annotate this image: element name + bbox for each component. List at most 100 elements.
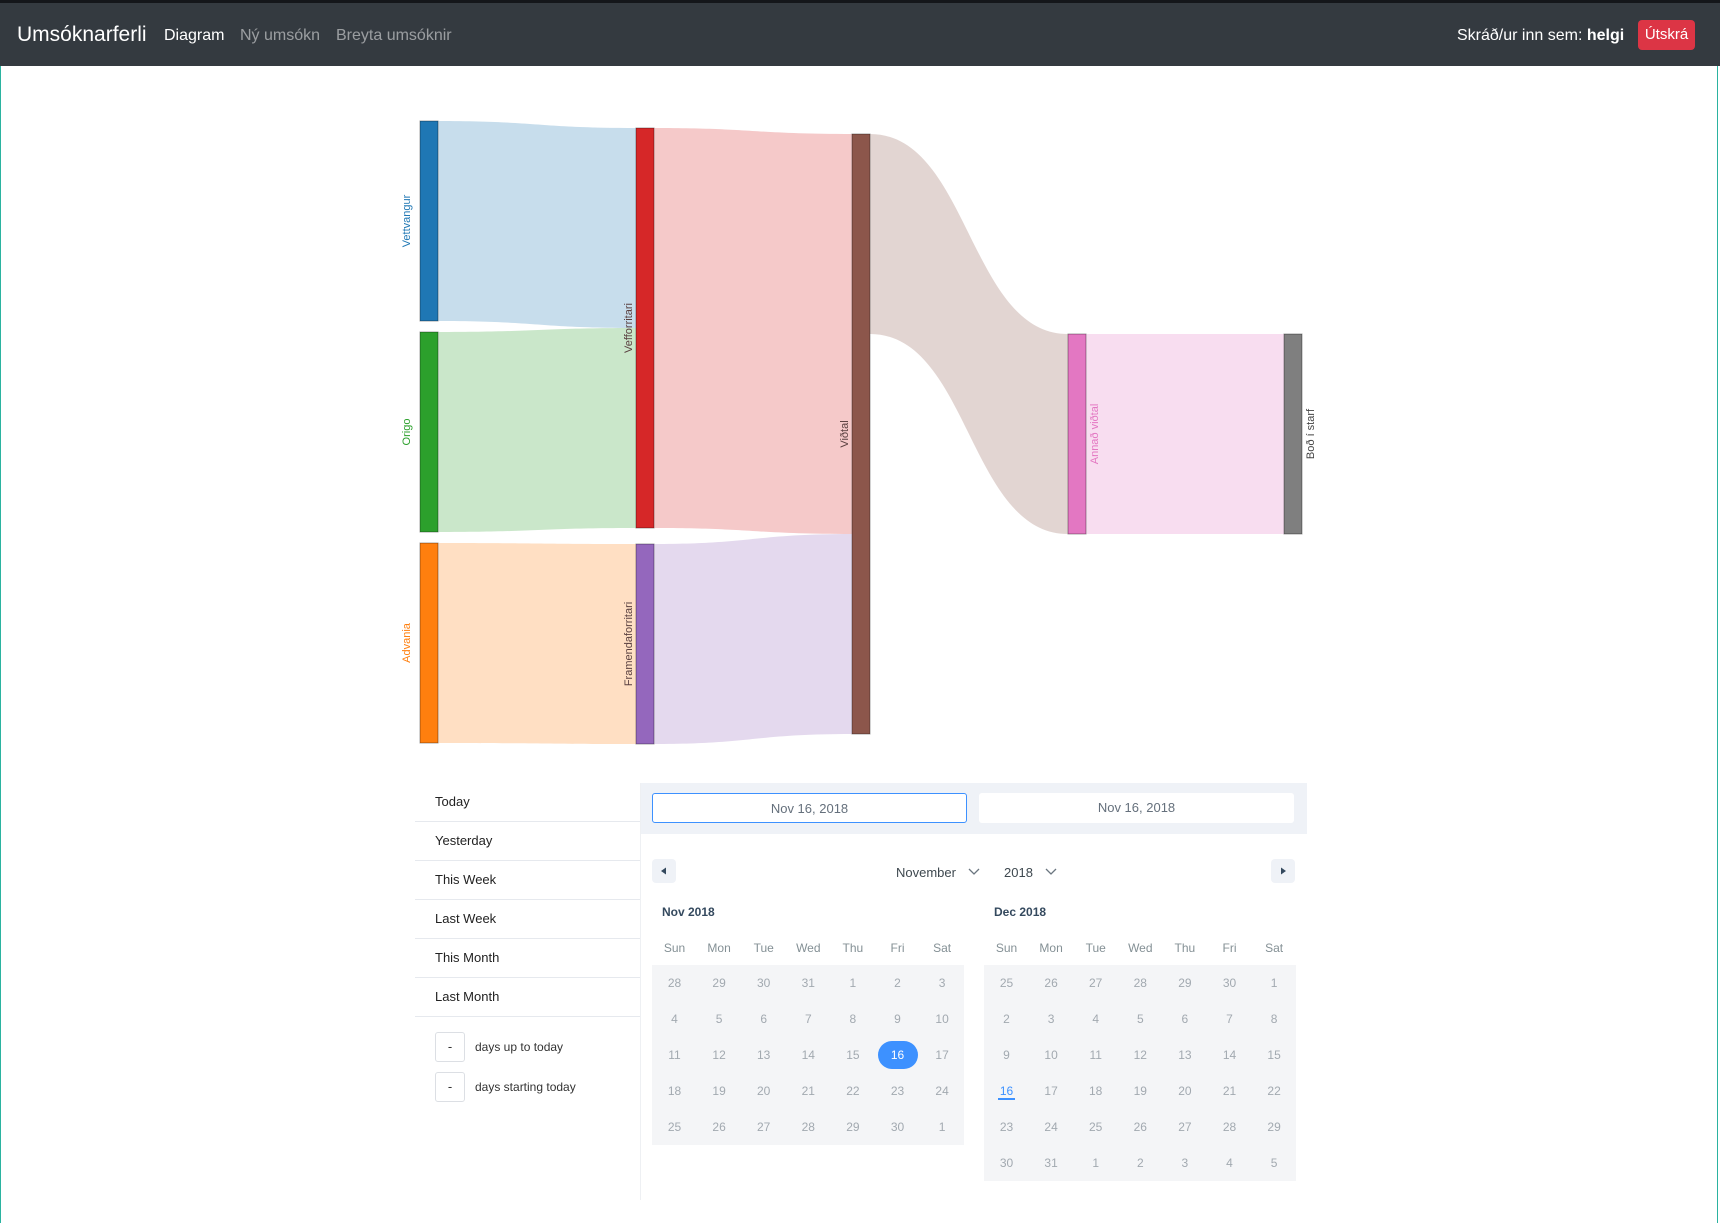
nav-new-application[interactable]: Ný umsókn	[240, 27, 320, 45]
calendar-day[interactable]: 28	[786, 1109, 831, 1145]
calendar-day[interactable]: 1	[1073, 1145, 1118, 1181]
calendar-day[interactable]: 30	[875, 1109, 920, 1145]
calendar-day[interactable]: 14	[1207, 1037, 1252, 1073]
calendar-day[interactable]: 26	[1029, 965, 1074, 1001]
calendar-day[interactable]: 22	[1252, 1073, 1297, 1109]
calendar-day[interactable]: 14	[786, 1037, 831, 1073]
calendar-day[interactable]: 18	[652, 1073, 697, 1109]
start-date-input[interactable]: Nov 16, 2018	[652, 793, 967, 823]
calendar-day[interactable]: 5	[1118, 1001, 1163, 1037]
range-today[interactable]: Today	[415, 783, 640, 822]
calendar-day[interactable]: 28	[1118, 965, 1163, 1001]
logout-button[interactable]: Útskrá	[1638, 20, 1695, 50]
calendar-day[interactable]: 29	[697, 965, 742, 1001]
calendar-day[interactable]: 27	[1073, 965, 1118, 1001]
calendar-day[interactable]: 20	[741, 1073, 786, 1109]
calendar-day[interactable]: 30	[1207, 965, 1252, 1001]
calendar-day[interactable]: 25	[652, 1109, 697, 1145]
days-starting-today-input[interactable]: -	[435, 1072, 465, 1102]
calendar-day[interactable]: 28	[652, 965, 697, 1001]
sankey-node[interactable]	[635, 127, 655, 529]
calendar-day[interactable]: 8	[830, 1001, 875, 1037]
brand[interactable]: Umsóknarferli	[17, 23, 147, 47]
calendar-day[interactable]: 7	[786, 1001, 831, 1037]
calendar-day[interactable]: 25	[984, 965, 1029, 1001]
calendar-day[interactable]: 13	[741, 1037, 786, 1073]
next-month-button[interactable]	[1271, 859, 1295, 883]
calendar-day[interactable]: 21	[1207, 1073, 1252, 1109]
calendar-day[interactable]: 28	[1207, 1109, 1252, 1145]
calendar-day[interactable]: 11	[652, 1037, 697, 1073]
calendar-day[interactable]: 20	[1162, 1073, 1207, 1109]
calendar-day[interactable]: 17	[920, 1037, 965, 1073]
calendar-day[interactable]: 7	[1207, 1001, 1252, 1037]
sankey-node[interactable]	[851, 133, 871, 735]
calendar-day[interactable]: 9	[984, 1037, 1029, 1073]
calendar-day[interactable]: 31	[786, 965, 831, 1001]
calendar-day[interactable]: 15	[1252, 1037, 1297, 1073]
calendar-day[interactable]: 3	[920, 965, 965, 1001]
calendar-day[interactable]: 13	[1162, 1037, 1207, 1073]
calendar-day[interactable]: 2	[875, 965, 920, 1001]
calendar-day[interactable]: 29	[830, 1109, 875, 1145]
calendar-day[interactable]: 10	[920, 1001, 965, 1037]
range-this-month[interactable]: This Month	[415, 939, 640, 978]
calendar-day[interactable]: 22	[830, 1073, 875, 1109]
calendar-day[interactable]: 15	[830, 1037, 875, 1073]
calendar-day[interactable]: 29	[1162, 965, 1207, 1001]
calendar-day[interactable]: 19	[1118, 1073, 1163, 1109]
calendar-day[interactable]: 5	[1252, 1145, 1297, 1181]
nav-diagram[interactable]: Diagram	[164, 27, 224, 45]
calendar-day[interactable]: 11	[1073, 1037, 1118, 1073]
calendar-day[interactable]: 1	[1252, 965, 1297, 1001]
calendar-day[interactable]: 27	[741, 1109, 786, 1145]
sankey-node[interactable]	[635, 543, 655, 745]
calendar-day[interactable]: 12	[697, 1037, 742, 1073]
calendar-day[interactable]: 1	[830, 965, 875, 1001]
calendar-day[interactable]: 2	[984, 1001, 1029, 1037]
sankey-node[interactable]	[419, 120, 439, 322]
calendar-day[interactable]: 26	[697, 1109, 742, 1145]
calendar-day[interactable]: 17	[1029, 1073, 1074, 1109]
end-date-input[interactable]: Nov 16, 2018	[979, 793, 1294, 823]
days-up-to-today-input[interactable]: -	[435, 1032, 465, 1062]
calendar-day[interactable]: 19	[697, 1073, 742, 1109]
range-this-week[interactable]: This Week	[415, 861, 640, 900]
calendar-day[interactable]: 3	[1029, 1001, 1074, 1037]
calendar-day[interactable]: 16	[984, 1073, 1029, 1109]
sankey-node[interactable]	[1067, 333, 1087, 535]
year-select[interactable]: 2018	[1004, 865, 1057, 880]
calendar-day[interactable]: 25	[1073, 1109, 1118, 1145]
calendar-day[interactable]: 2	[1118, 1145, 1163, 1181]
calendar-day[interactable]: 4	[1073, 1001, 1118, 1037]
calendar-day[interactable]: 10	[1029, 1037, 1074, 1073]
calendar-day[interactable]: 29	[1252, 1109, 1297, 1145]
calendar-day[interactable]: 5	[697, 1001, 742, 1037]
calendar-day[interactable]: 24	[920, 1073, 965, 1109]
calendar-day[interactable]: 18	[1073, 1073, 1118, 1109]
calendar-day[interactable]: 6	[741, 1001, 786, 1037]
calendar-day[interactable]: 4	[652, 1001, 697, 1037]
calendar-day[interactable]: 8	[1252, 1001, 1297, 1037]
calendar-day[interactable]: 3	[1162, 1145, 1207, 1181]
calendar-day[interactable]: 26	[1118, 1109, 1163, 1145]
range-last-month[interactable]: Last Month	[415, 978, 640, 1017]
nav-edit-applications[interactable]: Breyta umsóknir	[336, 27, 452, 45]
calendar-day[interactable]: 9	[875, 1001, 920, 1037]
calendar-day[interactable]: 30	[741, 965, 786, 1001]
calendar-day[interactable]: 4	[1207, 1145, 1252, 1181]
sankey-node[interactable]	[419, 542, 439, 744]
sankey-node[interactable]	[1283, 333, 1303, 535]
month-select[interactable]: November	[896, 865, 980, 880]
calendar-day[interactable]: 23	[875, 1073, 920, 1109]
calendar-day[interactable]: 24	[1029, 1109, 1074, 1145]
calendar-day[interactable]: 1	[920, 1109, 965, 1145]
prev-month-button[interactable]	[652, 859, 676, 883]
calendar-day[interactable]: 27	[1162, 1109, 1207, 1145]
calendar-day[interactable]: 30	[984, 1145, 1029, 1181]
calendar-day[interactable]: 12	[1118, 1037, 1163, 1073]
calendar-day[interactable]: 23	[984, 1109, 1029, 1145]
calendar-day[interactable]: 31	[1029, 1145, 1074, 1181]
sankey-node[interactable]	[419, 331, 439, 533]
range-last-week[interactable]: Last Week	[415, 900, 640, 939]
